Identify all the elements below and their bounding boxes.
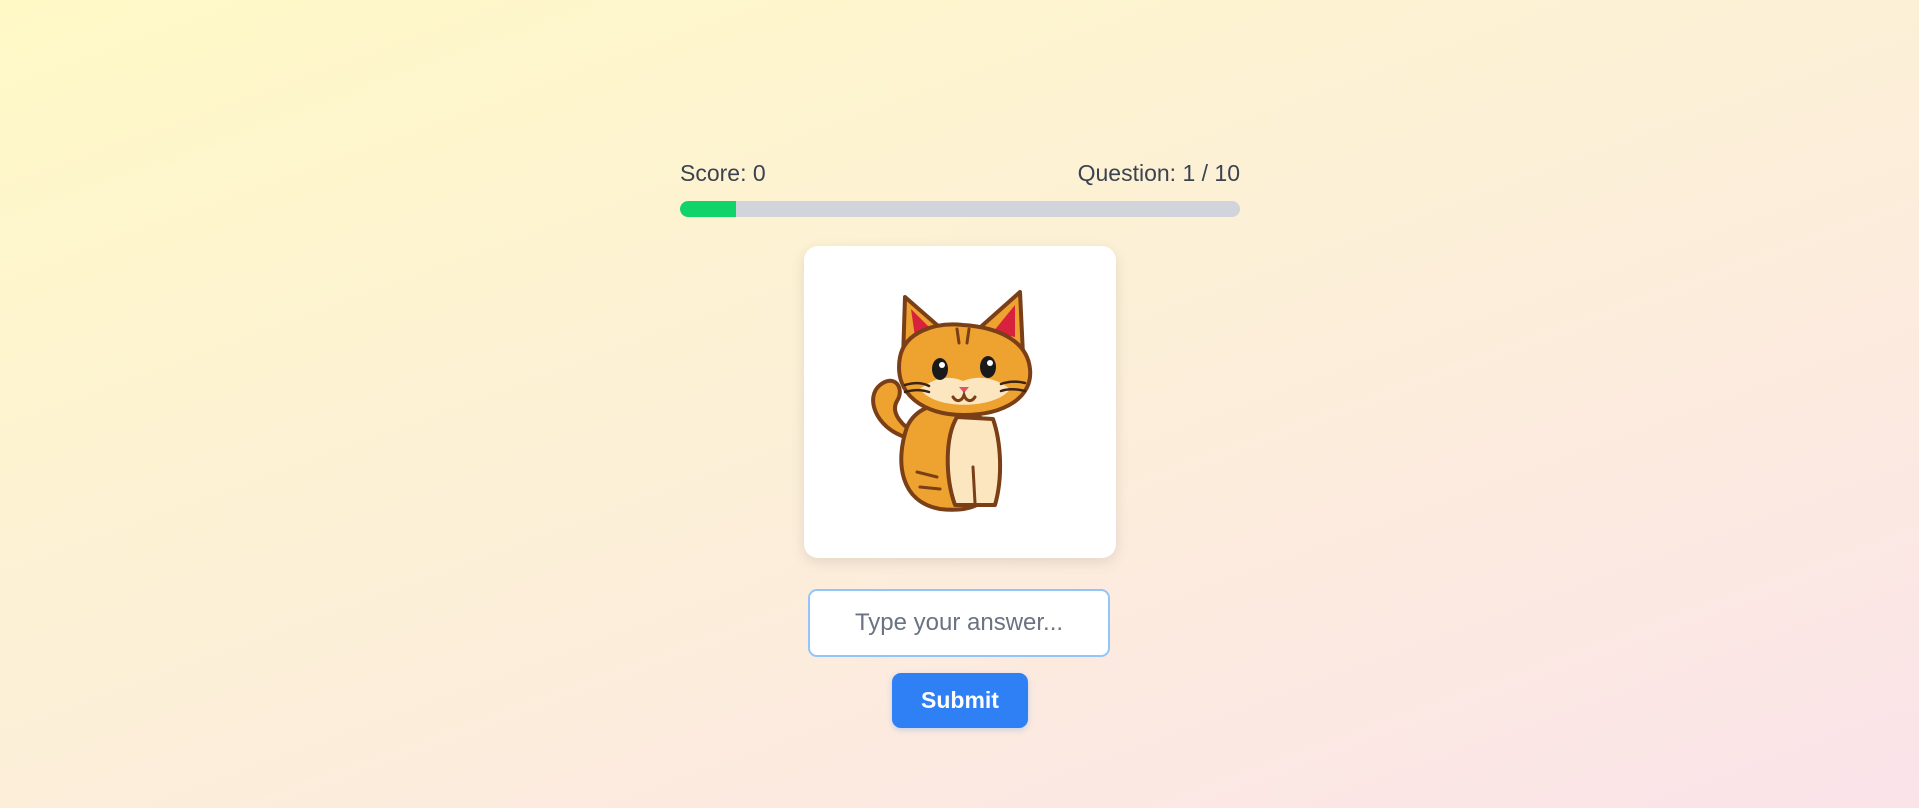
- answer-input[interactable]: [808, 589, 1110, 657]
- progress-bar-fill: [680, 201, 736, 217]
- quiz-header: Score: 0 Question: 1 / 10: [680, 157, 1240, 217]
- stats-bar: Score: 0 Question: 1 / 10: [680, 157, 1240, 189]
- score-text: Score: 0: [680, 159, 766, 186]
- question-counter: Question: 1 / 10: [1077, 159, 1240, 186]
- cat-icon: [871, 290, 1033, 512]
- question-image-card: [804, 246, 1116, 558]
- progress-bar: [680, 201, 1240, 217]
- submit-button[interactable]: Submit: [892, 673, 1028, 728]
